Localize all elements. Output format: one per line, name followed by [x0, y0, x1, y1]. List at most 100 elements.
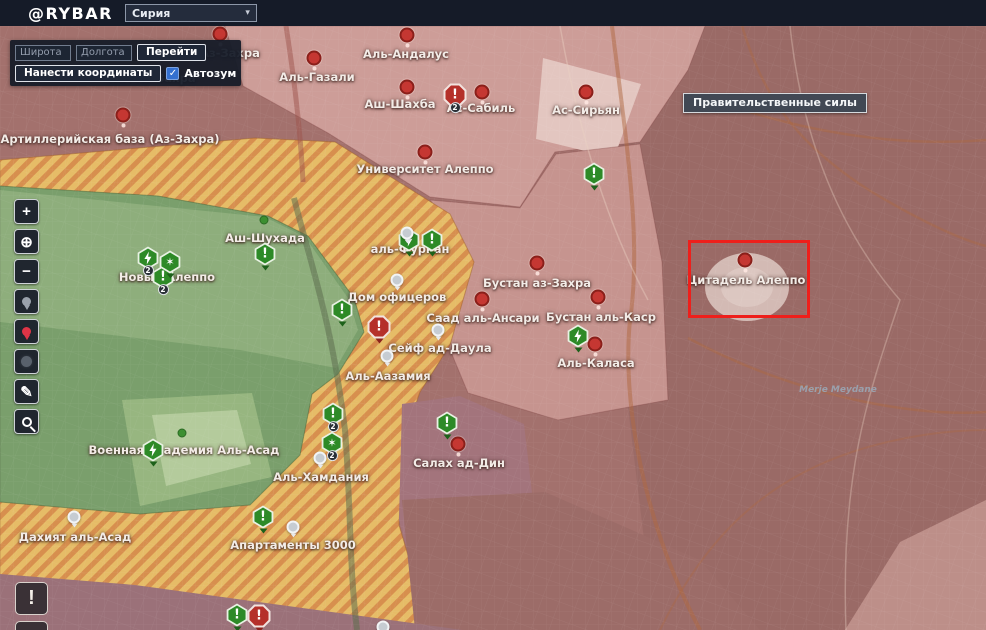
map-marker-green-dot[interactable] — [178, 429, 187, 438]
green-dot-shape — [260, 216, 269, 225]
marker-red-button[interactable] — [14, 319, 39, 344]
exclamation-icon: ! — [370, 318, 389, 337]
map-marker-red-pin[interactable] — [116, 108, 131, 123]
map-marker-green-alert[interactable]: ! — [436, 412, 459, 435]
map-marker-green-strike[interactable]: ✶ — [159, 251, 182, 274]
pencil-icon: ✎ — [20, 383, 33, 401]
alerts-button-2[interactable] — [15, 621, 48, 630]
map-marker-red-alert[interactable]: ! — [248, 605, 271, 628]
red-pin-shape — [451, 437, 466, 452]
lightning-bolt — [144, 252, 153, 265]
map-marker-green-flash[interactable] — [567, 325, 590, 348]
latitude-input[interactable] — [15, 45, 71, 61]
gray-dot-shape — [287, 521, 300, 534]
map-marker-red-pin[interactable] — [400, 80, 415, 95]
map-marker-red-pin[interactable] — [307, 51, 322, 66]
map-marker-gray-dot[interactable] — [432, 324, 445, 337]
map-marker-red-pin[interactable] — [451, 437, 466, 452]
rybar-map-app: ЖК Аз-ЗахраАз-ЗахраАль-АндалусАль-Газали… — [0, 0, 986, 630]
map-marker-green-alert[interactable]: ! — [254, 243, 277, 266]
red-pin-shape — [475, 292, 490, 307]
plus-icon: + — [22, 203, 31, 220]
red-pin-shape — [738, 253, 753, 268]
coordinate-panel: Перейти Нанести координаты ✓ Автозум — [10, 40, 241, 86]
alerts-button[interactable]: ! — [15, 582, 48, 615]
map-marker-green-flash[interactable] — [142, 439, 165, 462]
zoom-in-button[interactable]: + — [14, 199, 39, 224]
gray-dot-shape — [401, 227, 414, 240]
area-button[interactable] — [14, 349, 39, 374]
gray-dot-shape — [314, 452, 327, 465]
lightning-bolt — [149, 444, 158, 457]
map-marker-green-alert[interactable]: ! — [331, 299, 354, 322]
marker-count-badge: 2 — [158, 284, 169, 295]
map-marker-red-pin[interactable] — [400, 28, 415, 43]
coordinate-row-1: Перейти — [15, 44, 236, 61]
red-pin-icon — [22, 327, 31, 336]
gray-pin-icon — [22, 297, 31, 306]
map-toolbar: + ⊕ − ✎ — [14, 199, 39, 434]
autozoom-checkbox[interactable]: ✓ — [166, 67, 179, 80]
green-dot-shape — [178, 429, 187, 438]
map-marker-red-alert[interactable]: !2 — [444, 84, 467, 107]
map-marker-red-pin[interactable] — [738, 253, 753, 268]
marker-count-badge: 2 — [328, 421, 339, 432]
minus-icon: − — [22, 263, 31, 280]
region-dropdown-value: Сирия — [132, 7, 170, 20]
marker-count-badge: 2 — [450, 102, 461, 113]
map-marker-red-pin[interactable] — [530, 256, 545, 271]
zoom-out-button[interactable]: − — [14, 259, 39, 284]
red-pin-shape — [475, 85, 490, 100]
map-marker-green-alert[interactable]: ! — [252, 506, 275, 529]
map-marker-red-pin[interactable] — [579, 85, 594, 100]
go-button[interactable]: Перейти — [137, 44, 206, 61]
search-button[interactable] — [14, 409, 39, 434]
map-marker-gray-dot[interactable] — [391, 274, 404, 287]
red-pin-shape — [579, 85, 594, 100]
marker-count-badge: 2 — [327, 450, 338, 461]
map-marker-red-pin[interactable] — [418, 145, 433, 160]
map-marker-red-pin[interactable] — [588, 337, 603, 352]
marker-muted-button[interactable] — [14, 289, 39, 314]
coordinate-row-2: Нанести координаты ✓ Автозум — [15, 65, 236, 82]
lightning-bolt — [574, 330, 583, 343]
measure-button[interactable]: ✎ — [14, 379, 39, 404]
plot-coordinates-button[interactable]: Нанести координаты — [15, 65, 161, 82]
red-pin-shape — [116, 108, 131, 123]
map-marker-green-alert[interactable]: ! — [421, 229, 444, 252]
gray-dot-shape — [381, 350, 394, 363]
region-dropdown[interactable]: Сирия ▾ — [125, 4, 257, 22]
map-marker-green-dot[interactable] — [260, 216, 269, 225]
gray-dot-shape — [432, 324, 445, 337]
red-pin-shape — [400, 28, 415, 43]
red-pin-shape — [588, 337, 603, 352]
map-marker-gray-dot[interactable] — [68, 511, 81, 524]
map-marker-green-alert[interactable]: ! — [583, 163, 606, 186]
rybar-logo: @RYBAR — [28, 4, 113, 23]
globe-icon: ⊕ — [20, 233, 33, 251]
map-marker-red-pin[interactable] — [591, 290, 606, 305]
map-marker-red-alert[interactable]: ! — [368, 316, 391, 339]
search-icon — [22, 417, 32, 427]
gray-dot-shape — [68, 511, 81, 524]
map-marker-green-alert[interactable]: ! — [226, 604, 249, 627]
globe-button[interactable]: ⊕ — [14, 229, 39, 254]
map-marker-gray-dot[interactable] — [314, 452, 327, 465]
gray-dot-shape — [377, 621, 390, 630]
map-marker-gray-dot[interactable] — [377, 621, 390, 630]
autozoom-label: Автозум — [184, 67, 236, 80]
map-marker-red-pin[interactable] — [475, 85, 490, 100]
map-marker-green-flash[interactable]: 2 — [137, 247, 160, 270]
red-pin-shape — [400, 80, 415, 95]
gray-dot-shape — [391, 274, 404, 287]
map-marker-red-pin[interactable] — [475, 292, 490, 307]
map-marker-gray-dot[interactable] — [381, 350, 394, 363]
map-marker-green-alert[interactable]: !2 — [322, 403, 345, 426]
red-pin-shape — [530, 256, 545, 271]
topbar: @RYBAR Сирия ▾ — [0, 0, 986, 26]
longitude-input[interactable] — [76, 45, 132, 61]
red-pin-shape — [307, 51, 322, 66]
area-icon — [21, 356, 32, 367]
map-marker-gray-dot[interactable] — [287, 521, 300, 534]
map-marker-gray-dot[interactable] — [401, 227, 414, 240]
